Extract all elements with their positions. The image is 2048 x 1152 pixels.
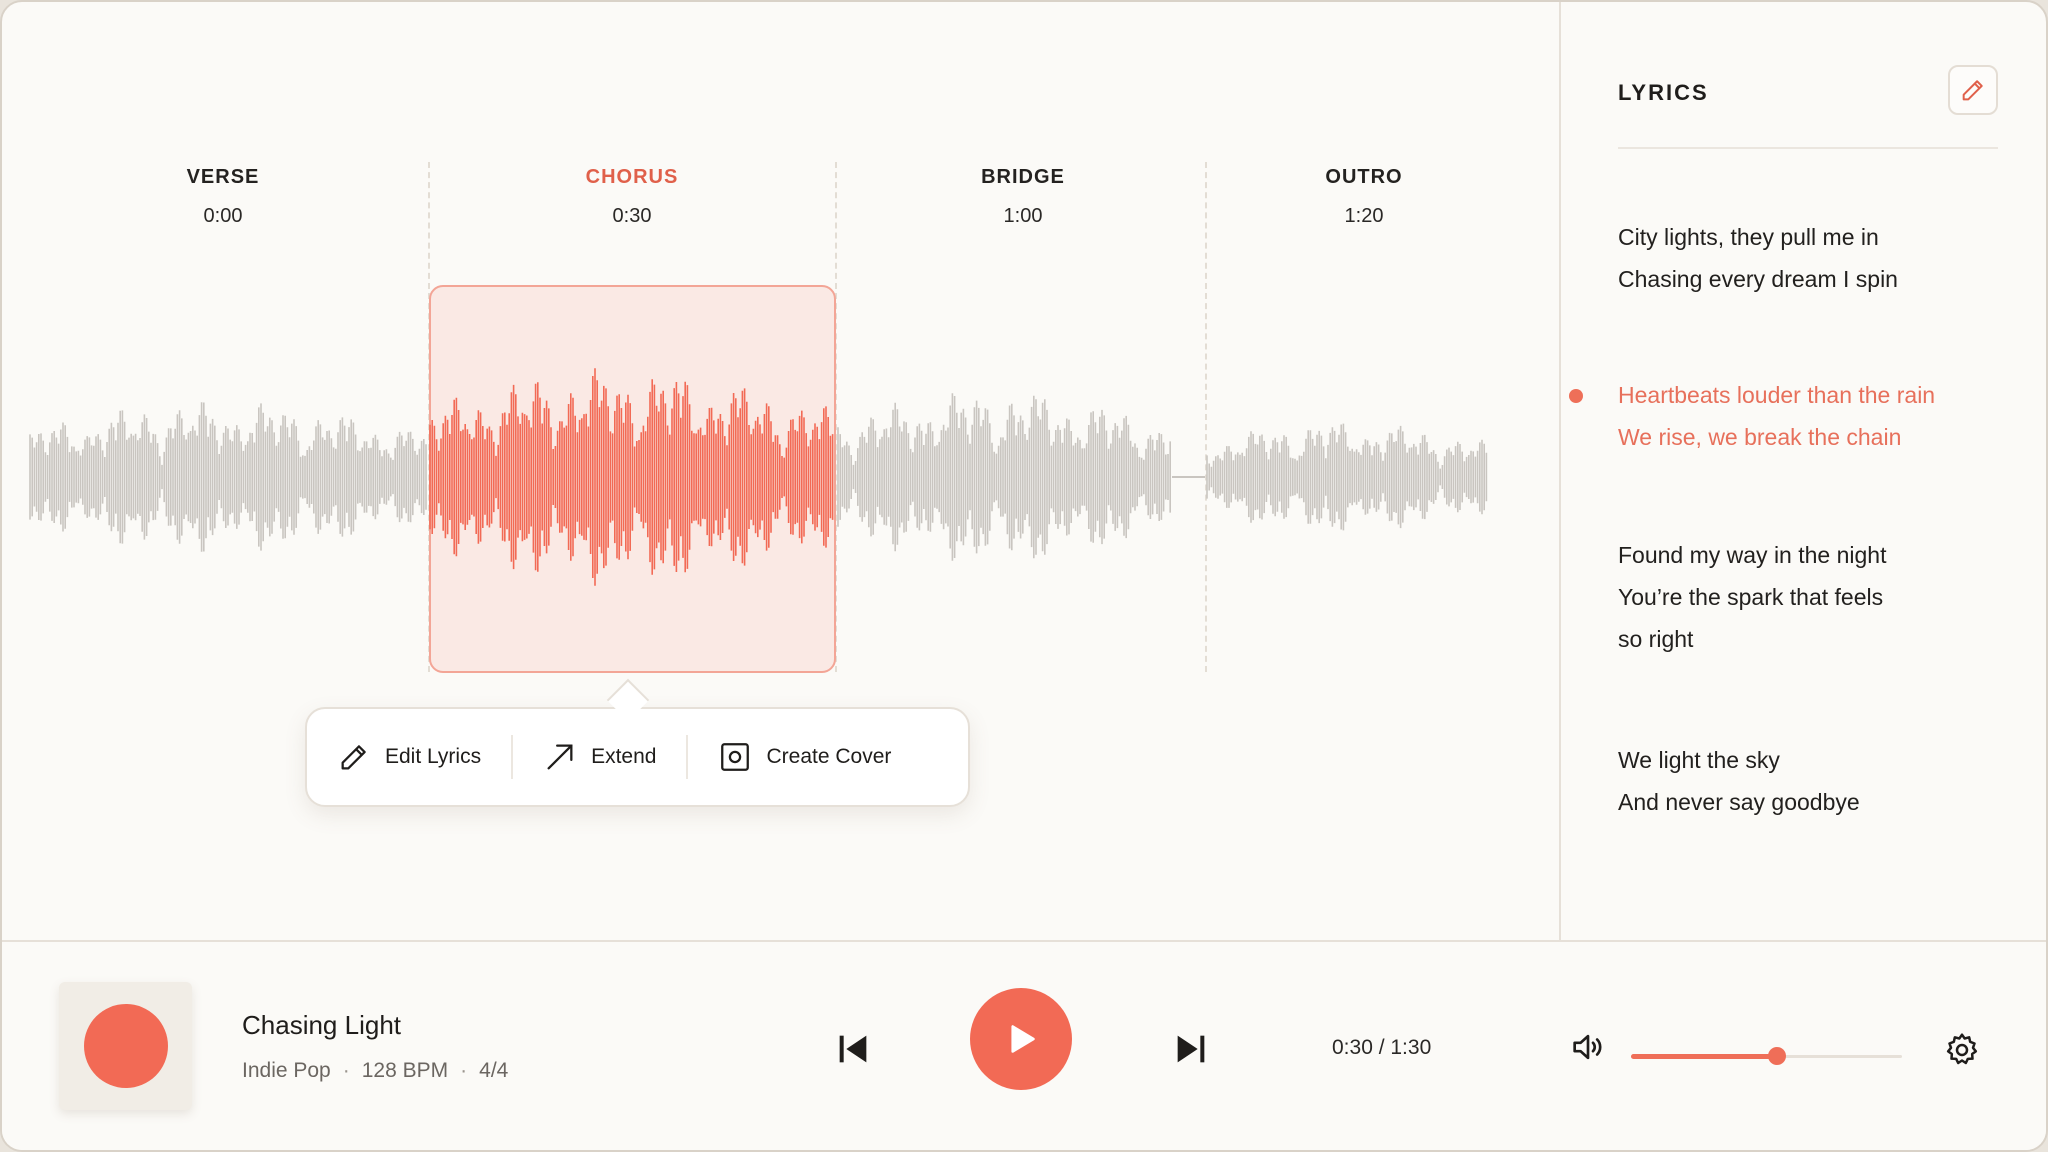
lyrics-stanza[interactable]: Found my way in the night You’re the spa… [1618, 534, 2018, 660]
section-time-verse: 0:00 [203, 205, 243, 227]
next-button[interactable] [1160, 1018, 1222, 1080]
lyric-line: Heartbeats louder than the rain [1618, 382, 1936, 408]
gear-icon [1946, 1033, 1978, 1065]
volume-slider[interactable] [1631, 1039, 1902, 1075]
pencil-icon [341, 745, 366, 770]
meta-separator: · [460, 1059, 468, 1082]
section-time-chorus: 0:30 [612, 205, 652, 227]
lyrics-title: LYRICS [1618, 80, 1709, 105]
waveform-editor: VERSE 0:00 CHORUS 0:30 BRIDGE 1:00 OUTRO… [2, 2, 1559, 940]
waveform-segment [429, 368, 834, 586]
lyric-line: We light the sky [1618, 747, 1780, 773]
section-time-outro: 1:20 [1344, 205, 1384, 227]
track-time-signature: 4/4 [479, 1059, 509, 1082]
edit-lyrics-panel-button[interactable] [1948, 65, 1998, 115]
volume-fill [1631, 1054, 1778, 1059]
lyric-line: Found my way in the night [1618, 542, 1887, 568]
edit-lyrics-label: Edit Lyrics [385, 745, 482, 768]
lyric-line: And never say goodbye [1618, 789, 1860, 815]
section-time-bridge: 1:00 [1003, 205, 1043, 227]
play-icon [1011, 1025, 1035, 1053]
album-art[interactable] [59, 982, 192, 1110]
edit-lyrics-button[interactable]: Edit Lyrics [307, 709, 511, 805]
waveform-segment [837, 393, 1171, 561]
play-button[interactable] [970, 988, 1072, 1090]
section-label-outro[interactable]: OUTRO [1264, 166, 1464, 189]
track-bpm: 128 BPM [361, 1059, 449, 1082]
lyrics-stanza[interactable]: We light the sky And never say goodbye [1618, 739, 2018, 823]
extend-button[interactable]: Extend [513, 709, 686, 805]
lyric-line: Chasing every dream I spin [1618, 266, 1898, 292]
section-label-verse[interactable]: VERSE [123, 166, 323, 189]
previous-button[interactable] [822, 1018, 884, 1080]
pencil-icon [1962, 80, 1983, 101]
lyric-line: You’re the spark that feels [1618, 584, 1884, 610]
arrow-up-right-icon [547, 744, 573, 770]
cover-frame-icon [721, 743, 750, 771]
lyric-line: so right [1618, 626, 1694, 652]
extend-label: Extend [591, 745, 657, 768]
track-title: Chasing Light [242, 1010, 401, 1040]
create-cover-button[interactable]: Create Cover [688, 709, 921, 805]
track-genre: Indie Pop [242, 1059, 331, 1082]
speaker-icon [1573, 1034, 1602, 1060]
section-label-bridge[interactable]: BRIDGE [923, 166, 1123, 189]
lyrics-stanza[interactable]: City lights, they pull me in Chasing eve… [1618, 216, 2018, 300]
player-bar: Chasing Light Indie Pop · 128 BPM · 4/4 [2, 940, 2046, 1150]
lyric-line: We rise, we break the chain [1618, 424, 1902, 450]
section-label-chorus[interactable]: CHORUS [532, 166, 732, 189]
selection-context-menu: Edit Lyrics Extend Create Cover [305, 707, 970, 807]
waveform[interactable] [2, 342, 1559, 612]
skip-forward-icon [1177, 1035, 1205, 1063]
lyrics-panel: LYRICS City lights, they pull me in Chas… [1559, 2, 2046, 940]
current-line-indicator [1569, 389, 1583, 403]
create-cover-label: Create Cover [766, 745, 892, 768]
lyrics-divider [1618, 147, 1998, 149]
lyric-line: City lights, they pull me in [1618, 224, 1879, 250]
album-art-circle [83, 1004, 168, 1088]
music-editor-app: VERSE 0:00 CHORUS 0:30 BRIDGE 1:00 OUTRO… [0, 0, 2048, 1152]
volume-button[interactable] [1568, 1027, 1608, 1067]
waveform-segment [29, 402, 427, 552]
settings-button[interactable] [1942, 1030, 1982, 1070]
meta-separator: · [342, 1059, 350, 1082]
skip-back-icon [839, 1035, 867, 1063]
volume-thumb[interactable] [1768, 1047, 1787, 1065]
waveform-segment [1206, 423, 1488, 531]
playback-time: 0:30 / 1:30 [1332, 1036, 1432, 1059]
track-meta: Indie Pop · 128 BPM · 4/4 [242, 1059, 508, 1083]
lyrics-stanza-active[interactable]: Heartbeats louder than the rain We rise,… [1569, 374, 2018, 458]
